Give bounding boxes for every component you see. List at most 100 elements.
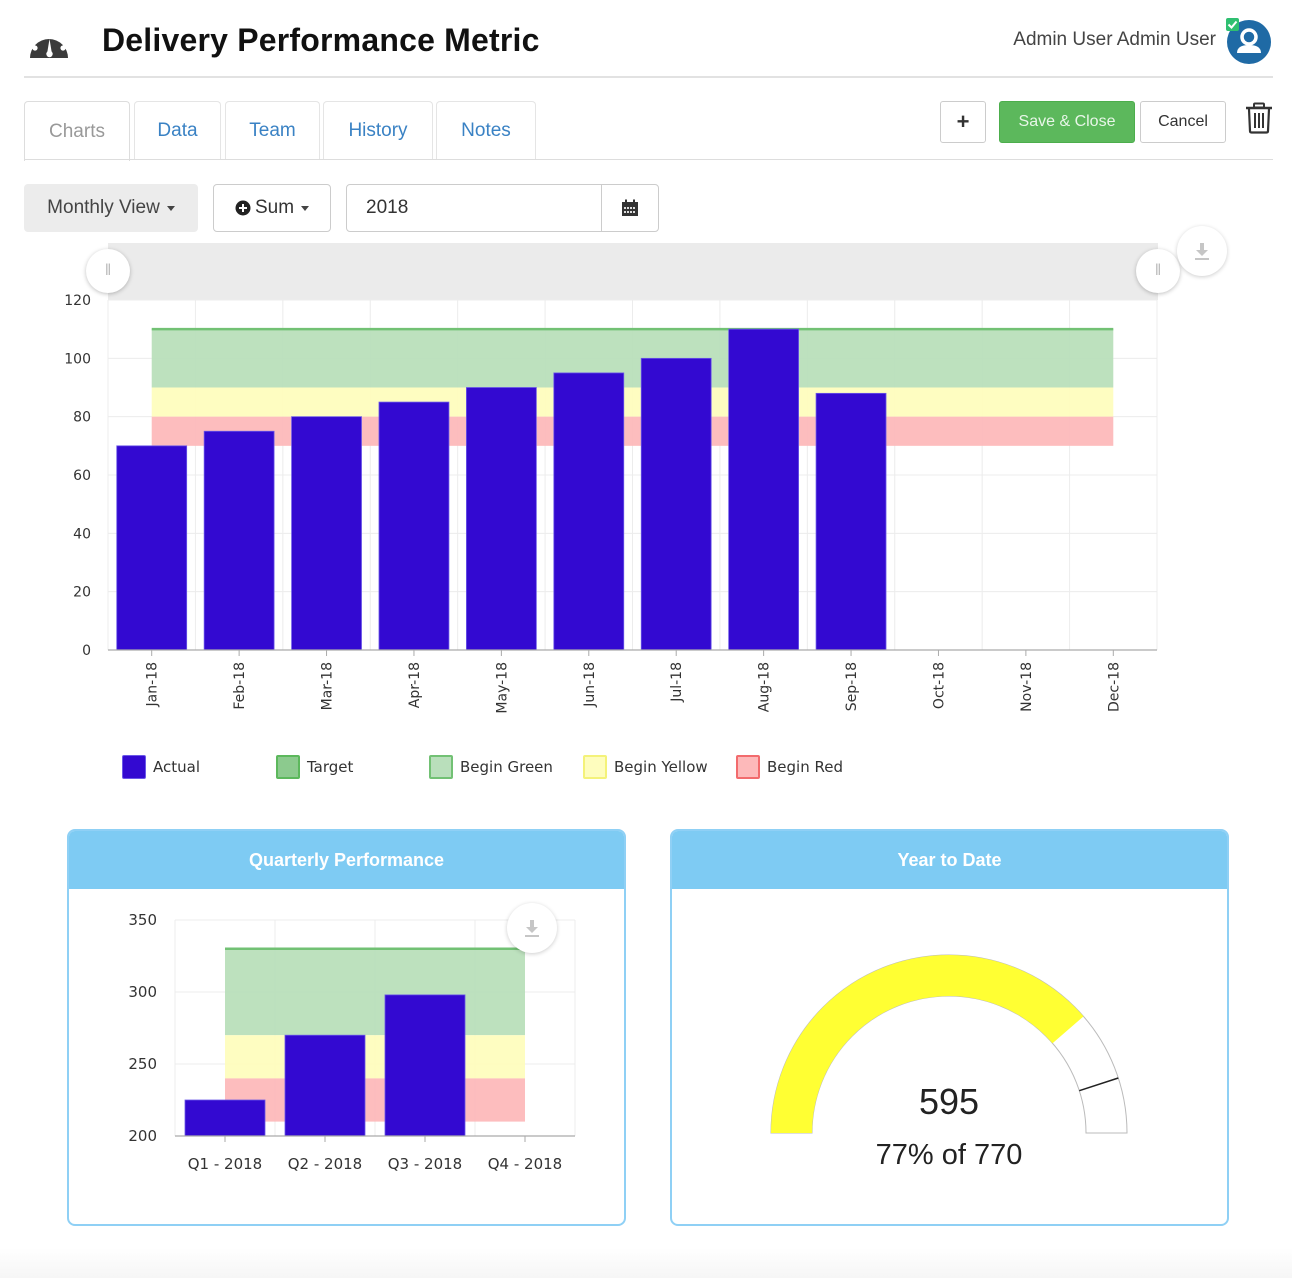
user-avatar[interactable]	[1225, 18, 1271, 64]
y-tick-label: 100	[64, 351, 91, 367]
x-tick-label: Jul-18	[669, 662, 685, 703]
aggregate-dropdown-label: Sum	[254, 197, 295, 218]
legend-item-target[interactable]: Target	[276, 755, 353, 779]
navigator-handle-left[interactable]: ‖	[86, 249, 130, 293]
x-tick-label: Oct-18	[931, 662, 947, 709]
y-tick-label: 120	[64, 293, 91, 309]
calendar-icon	[622, 199, 638, 216]
aggregate-dropdown[interactable]: Sum	[213, 184, 331, 232]
band-begin-green	[225, 948, 525, 1036]
download-icon	[525, 920, 539, 937]
legend-label: Begin Yellow	[614, 758, 708, 776]
calendar-button[interactable]	[601, 184, 659, 232]
bar-aug-18	[728, 328, 799, 651]
x-tick-label: Jan-18	[145, 662, 161, 707]
legend-swatch-target	[276, 755, 300, 779]
view-dropdown[interactable]: Monthly View	[24, 184, 198, 232]
legend-label: Begin Green	[460, 758, 553, 776]
quarterly-panel-title: Quarterly Performance	[69, 831, 624, 889]
drag-handle-icon: ‖	[104, 262, 112, 279]
check-badge-icon	[1226, 18, 1239, 31]
trash-icon	[1246, 102, 1272, 134]
x-tick-label: Mar-18	[320, 662, 336, 710]
page-footer-shadow	[0, 1248, 1292, 1278]
bar-sep-18	[815, 392, 887, 651]
tab-data[interactable]: Data	[134, 101, 221, 160]
x-tick-label: Feb-18	[232, 662, 248, 710]
y-tick-label: 80	[73, 410, 91, 426]
ytd-panel-title: Year to Date	[672, 831, 1227, 889]
x-tick-label: Q4 - 2018	[488, 1155, 562, 1173]
y-tick-label: 350	[128, 911, 157, 929]
bar-jun-18	[553, 372, 625, 651]
add-button[interactable]: +	[940, 101, 986, 143]
caret-down-icon	[166, 205, 175, 211]
dashboard-gauge-icon	[28, 26, 70, 62]
quarterly-chart-download-button[interactable]	[507, 903, 557, 953]
x-tick-label: Q3 - 2018	[388, 1155, 462, 1173]
year-input[interactable]	[346, 184, 602, 232]
caret-down-icon	[301, 205, 310, 211]
tab-team[interactable]: Team	[225, 101, 320, 160]
legend-item-begin-green[interactable]: Begin Green	[429, 755, 553, 779]
user-name[interactable]: Admin User Admin User	[1013, 29, 1216, 51]
cancel-button[interactable]: Cancel	[1140, 101, 1226, 143]
legend-item-begin-yellow[interactable]: Begin Yellow	[583, 755, 708, 779]
y-tick-label: 40	[73, 526, 91, 542]
x-tick-label: Aug-18	[757, 662, 773, 712]
legend-label: Begin Red	[767, 758, 843, 776]
y-tick-label: 20	[73, 585, 91, 601]
x-tick-label: May-18	[494, 662, 510, 714]
gauge-percent-label: 77% of 770	[876, 1139, 1023, 1171]
tabs-divider	[24, 159, 1273, 160]
y-tick-label: 0	[82, 643, 91, 659]
bar-q1-2018	[184, 1099, 266, 1137]
page-title: Delivery Performance Metric	[102, 22, 540, 58]
y-tick-label: 250	[128, 1055, 157, 1073]
ytd-gauge: 595 77% of 770	[770, 954, 1128, 1171]
x-tick-label: Nov-18	[1019, 662, 1035, 712]
save-close-button[interactable]: Save & Close	[999, 101, 1135, 143]
view-dropdown-label: Monthly View	[47, 197, 160, 218]
header-divider	[24, 76, 1273, 78]
y-tick-label: 300	[128, 983, 157, 1001]
legend-swatch-begin-green	[429, 755, 453, 779]
band-begin-yellow	[225, 1035, 525, 1079]
bar-apr-18	[378, 401, 450, 651]
x-tick-label: Apr-18	[407, 662, 423, 708]
bar-may-18	[466, 387, 537, 651]
bar-jan-18	[116, 445, 188, 651]
x-tick-label: Sep-18	[844, 662, 860, 711]
legend-item-begin-red[interactable]: Begin Red	[736, 755, 843, 779]
tab-history[interactable]: History	[323, 101, 433, 160]
drag-handle-icon: ‖	[1154, 262, 1162, 279]
delete-button[interactable]	[1244, 102, 1274, 134]
band-begin-red	[225, 1078, 525, 1122]
legend-swatch-begin-yellow	[583, 755, 607, 779]
bar-feb-18	[203, 430, 275, 651]
legend-swatch-actual	[122, 755, 146, 779]
monthly-performance-chart: 0 20 40 60 80 100 120 Jan-18 Feb-18 Mar-18 Apr-18 M…	[64, 293, 1158, 714]
x-tick-label: Dec-18	[1106, 662, 1122, 712]
x-tick-label: Q2 - 2018	[288, 1155, 362, 1173]
bar-q3-2018	[384, 994, 466, 1137]
y-tick-label: 60	[73, 468, 91, 484]
tab-charts[interactable]: Charts	[24, 101, 130, 161]
tab-notes[interactable]: Notes	[436, 101, 536, 160]
bar-mar-18	[291, 416, 362, 651]
user-avatar-icon	[1226, 18, 1271, 64]
legend-label: Actual	[153, 758, 200, 776]
legend-swatch-begin-red	[736, 755, 760, 779]
bar-jul-18	[640, 357, 712, 651]
main-chart-download-button[interactable]	[1177, 226, 1227, 276]
y-tick-label: 200	[128, 1127, 157, 1145]
legend-label: Target	[307, 758, 354, 776]
x-tick-label: Jun-18	[582, 662, 598, 708]
plus-circle-icon	[235, 200, 251, 216]
gauge-value: 595	[919, 1081, 979, 1122]
navigator-handle-right[interactable]: ‖	[1136, 249, 1180, 293]
band-begin-yellow	[151, 387, 1114, 417]
legend-item-actual[interactable]: Actual	[122, 755, 200, 779]
bar-q2-2018	[284, 1034, 366, 1137]
band-begin-green	[151, 329, 1114, 388]
